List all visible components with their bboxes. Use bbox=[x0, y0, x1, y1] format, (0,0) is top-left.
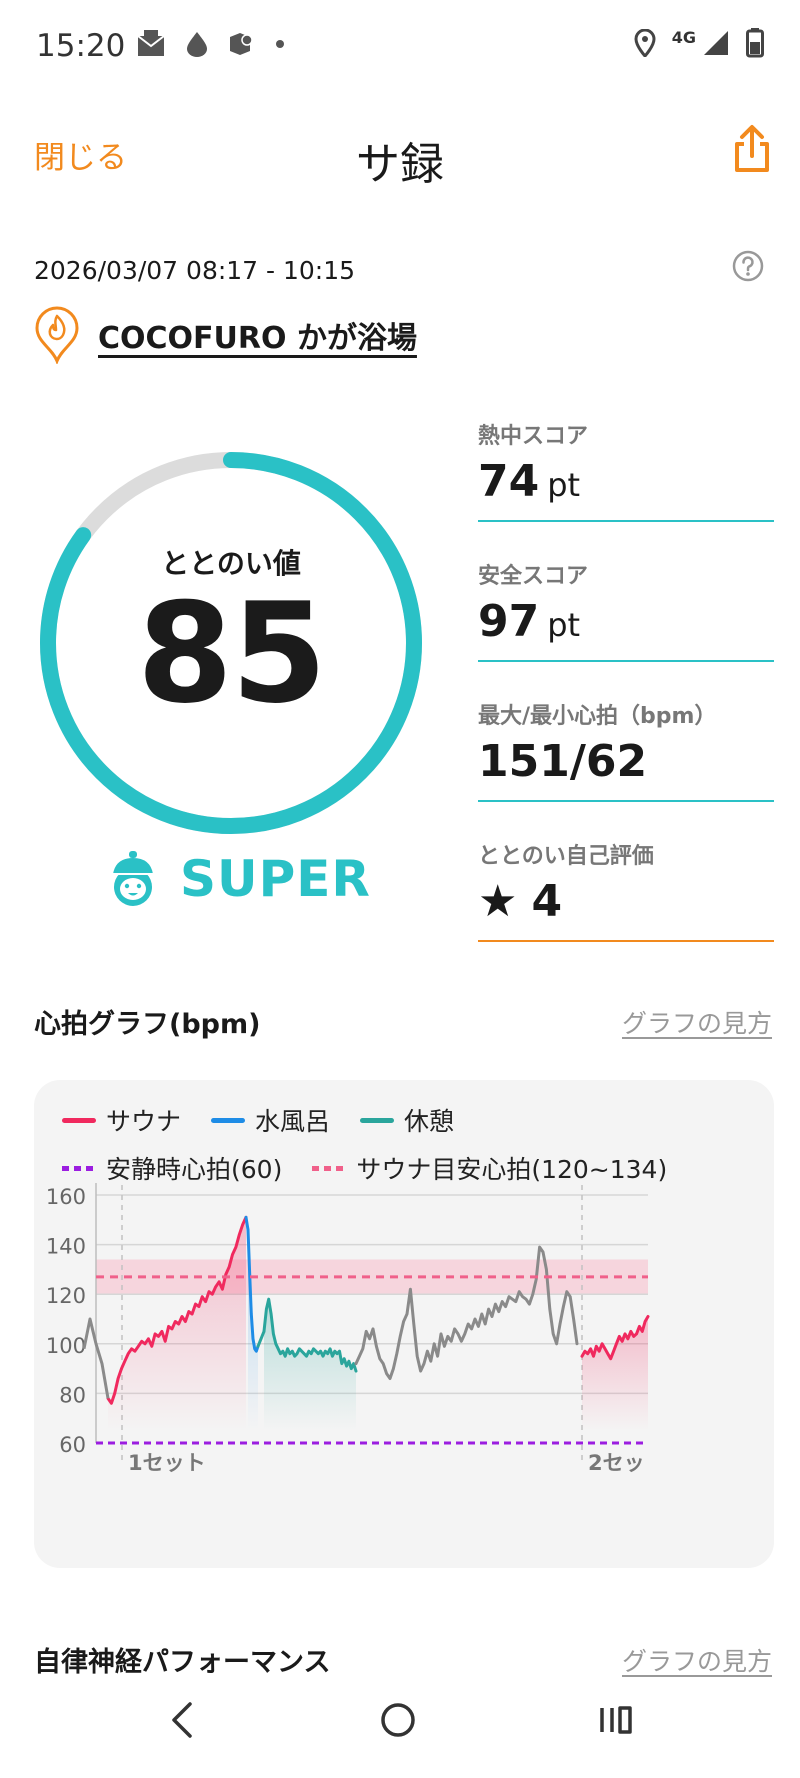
sauna-pin-icon bbox=[35, 306, 79, 364]
help-icon[interactable] bbox=[732, 250, 764, 282]
mail-icon bbox=[137, 30, 165, 56]
set-label: 1セット bbox=[128, 1451, 206, 1475]
status-bar: 15:20 4G bbox=[0, 0, 800, 92]
metric-value: 74 pt bbox=[478, 456, 581, 507]
set-label: 2セッ bbox=[588, 1451, 645, 1475]
y-tick-label: 60 bbox=[59, 1433, 86, 1457]
star-icon: ★ bbox=[478, 876, 518, 927]
status-time: 15:20 bbox=[36, 28, 126, 64]
heart-graph-title: 心拍グラフ(bpm) bbox=[34, 1009, 261, 1040]
page-title: サ録 bbox=[356, 139, 444, 190]
back-icon[interactable] bbox=[164, 1700, 200, 1740]
metric-divider bbox=[478, 940, 774, 942]
metric-label: 安全スコア bbox=[478, 564, 589, 589]
metric-heat-score: 熱中スコア 74 pt bbox=[478, 410, 774, 550]
metric-divider bbox=[478, 800, 774, 802]
metric-divider bbox=[478, 520, 774, 522]
y-tick-label: 160 bbox=[46, 1185, 86, 1209]
recents-icon[interactable] bbox=[596, 1700, 636, 1740]
y-tick-label: 80 bbox=[59, 1383, 86, 1407]
metrics-panel: 熱中スコア 74 pt 安全スコア 97 pt 最大/最小心拍（bpm） 151/6… bbox=[478, 410, 774, 970]
facility-name[interactable]: COCOFURO かが浴場 bbox=[98, 313, 417, 357]
rank-label: SUPER bbox=[180, 850, 371, 908]
metric-label: 熱中スコア bbox=[478, 424, 589, 449]
metric-label: ととのい自己評価 bbox=[478, 844, 654, 869]
y-tick-label: 120 bbox=[46, 1284, 86, 1308]
share-icon[interactable] bbox=[732, 124, 772, 174]
metric-heart-rate: 最大/最小心拍（bpm） 151/62 bbox=[478, 690, 774, 830]
battery-icon bbox=[746, 28, 764, 58]
metric-value: 151/62 bbox=[478, 736, 648, 787]
heart-rate-chart: 160 140 120 100 80 60 1セット 2セッ bbox=[46, 1183, 650, 1475]
location-icon bbox=[634, 29, 656, 57]
heart-graph-card: サウナ 水風呂 休憩 安静時心拍(60) サウナ目安心拍(120~134) 16… bbox=[34, 1080, 774, 1568]
home-icon[interactable] bbox=[378, 1700, 418, 1740]
hr-connector bbox=[244, 1215, 250, 1232]
metric-value: 97 pt bbox=[478, 596, 581, 647]
totonoi-value: 85 bbox=[136, 573, 327, 734]
autonomic-help-link[interactable]: グラフの見方 bbox=[622, 1642, 772, 1678]
y-tick-label: 100 bbox=[46, 1334, 86, 1358]
metric-divider bbox=[478, 660, 774, 662]
metric-safety-score: 安全スコア 97 pt bbox=[478, 550, 774, 690]
network-label: 4G bbox=[671, 27, 696, 47]
system-nav-bar bbox=[0, 1680, 800, 1778]
drop-icon bbox=[187, 32, 207, 57]
dot-icon bbox=[276, 40, 284, 48]
y-tick-label: 140 bbox=[46, 1235, 86, 1259]
metric-self-rating[interactable]: ととのい自己評価 ★ 4 bbox=[478, 830, 774, 970]
heart-graph-help-link[interactable]: グラフの見方 bbox=[622, 1004, 772, 1040]
facility-row[interactable]: COCOFURO かが浴場 bbox=[34, 306, 417, 364]
rank-badge: SUPER bbox=[104, 850, 371, 908]
metric-label: 最大/最小心拍（bpm） bbox=[478, 704, 717, 729]
app-header: 閉じる サ録 bbox=[0, 108, 800, 198]
autonomic-title: 自律神経パフォーマンス bbox=[34, 1647, 331, 1678]
signal-icon bbox=[704, 31, 728, 55]
session-datetime: 2026/03/07 08:17 - 10:15 bbox=[34, 256, 356, 285]
metric-value: ★ 4 bbox=[478, 876, 563, 927]
app-icon bbox=[230, 33, 253, 55]
sauna-hat-icon bbox=[110, 851, 156, 906]
